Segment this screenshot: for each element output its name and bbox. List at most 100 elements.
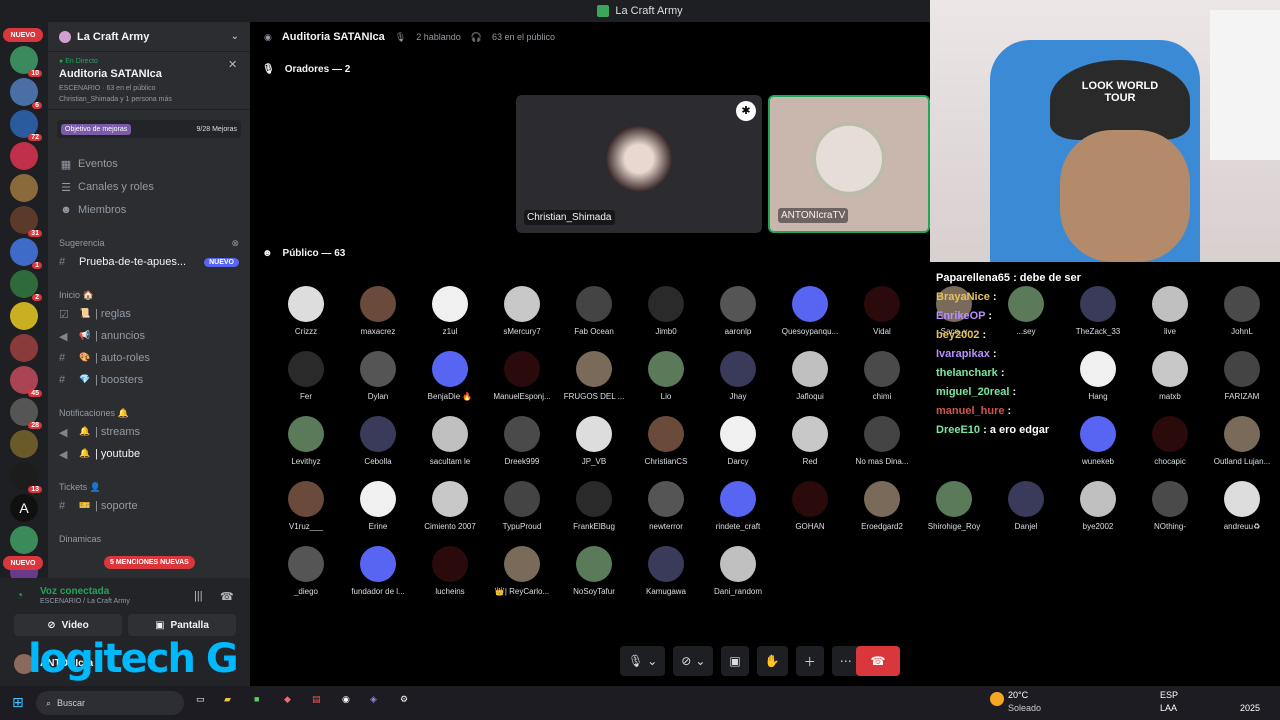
store-icon[interactable]: ■ — [254, 694, 259, 704]
folder-icon[interactable]: ▰ — [224, 694, 231, 705]
video-button[interactable]: ⊘ Video — [14, 614, 122, 636]
app-icon[interactable]: ▤ — [312, 694, 321, 705]
server-icon[interactable]: 10 — [10, 46, 42, 77]
mentions-badge[interactable]: 5 MENCIONES NUEVAS — [104, 556, 195, 569]
audience-member[interactable]: Quesoypanqu... — [774, 286, 846, 348]
audience-member[interactable]: chimi — [846, 351, 918, 413]
audience-member[interactable]: FRUGOS DEL ... — [558, 351, 630, 413]
server-icon[interactable]: 45 — [10, 366, 42, 397]
audience-member[interactable]: andreuu♻ — [1206, 481, 1278, 543]
server-icon[interactable]: 13 — [10, 462, 42, 493]
windows-start-icon[interactable]: ⊞ — [12, 694, 24, 711]
audience-member[interactable]: Fab Ocean — [558, 286, 630, 348]
server-icon[interactable]: 2 — [10, 270, 42, 301]
server-icon[interactable]: 1 — [10, 238, 42, 269]
audience-member[interactable]: Dani_random — [702, 546, 774, 608]
audience-member[interactable]: Outland Lujan... — [1206, 416, 1278, 478]
audience-member[interactable]: Fer — [270, 351, 342, 413]
server-icon[interactable] — [10, 430, 38, 458]
audience-member[interactable]: sMercury7 — [486, 286, 558, 348]
server-icon[interactable]: 28 — [10, 398, 42, 429]
audience-member[interactable]: maxacrez — [342, 286, 414, 348]
audience-member[interactable]: No mas Dina... — [846, 416, 918, 478]
disconnect-icon[interactable]: ☎ — [220, 590, 234, 603]
audience-member[interactable]: Jafloqui — [774, 351, 846, 413]
audience-member[interactable]: fundador de l... — [342, 546, 414, 608]
server-icon[interactable]: 31 — [10, 206, 42, 237]
audience-member[interactable]: V1ruz___ — [270, 481, 342, 543]
audience-member[interactable]: Red — [774, 416, 846, 478]
audience-member[interactable]: sacultam le — [414, 416, 486, 478]
audience-member[interactable]: Kamugawa — [630, 546, 702, 608]
audience-member[interactable]: NOthing- — [1134, 481, 1206, 543]
audience-member[interactable]: Dreek999 — [486, 416, 558, 478]
discord-icon[interactable]: ◈ — [370, 694, 377, 705]
audience-member[interactable]: GOHAN — [774, 481, 846, 543]
channel-anuncios[interactable]: ◀ 📢 | anuncios — [48, 325, 250, 347]
audience-member[interactable]: matxb — [1134, 351, 1206, 413]
camera-toggle-button[interactable]: ⊘ ⌄ — [673, 646, 714, 676]
audience-member[interactable]: Erine — [342, 481, 414, 543]
channel-auto-roles[interactable]: # 🎨 | auto-roles — [48, 347, 250, 369]
search-box[interactable]: ⌕ Buscar — [36, 691, 184, 715]
server-icon[interactable]: 6 — [10, 78, 42, 109]
audience-member[interactable]: Vidal — [846, 286, 918, 348]
mic-toggle-button[interactable]: 🎙 ⌄ — [620, 646, 666, 676]
category-notificaciones[interactable]: Notificaciones 🔔 — [48, 405, 250, 421]
audience-member[interactable]: Cimiento 2007 — [414, 481, 486, 543]
category-dinamicas[interactable]: Dinamicas — [48, 531, 250, 547]
boost-goal[interactable]: Objetivo de mejoras 9/28 Mejoras — [57, 120, 241, 138]
audience-member[interactable]: Jimb0 — [630, 286, 702, 348]
brave-icon[interactable]: ◆ — [284, 694, 291, 705]
audience-member[interactable]: Levithyz — [270, 416, 342, 478]
noise-icon[interactable]: ||| — [194, 590, 203, 602]
server-icon[interactable] — [10, 142, 38, 170]
close-icon[interactable]: ⊗ — [231, 238, 239, 249]
screen-share-button[interactable]: ▣ — [721, 646, 749, 676]
server-icon[interactable] — [10, 174, 38, 202]
audience-member[interactable]: JohnL — [1206, 286, 1278, 348]
audience-member[interactable]: ChristianCS — [630, 416, 702, 478]
audience-member[interactable]: Danjel — [990, 481, 1062, 543]
nav-events[interactable]: ▦ Eventos — [48, 153, 250, 175]
audience-member[interactable]: Eroedgard2 — [846, 481, 918, 543]
speaker-tile[interactable]: ✱ Christian_Shimada — [516, 95, 762, 233]
audience-member[interactable]: 👑| ReyCarlo... — [486, 546, 558, 608]
invite-button[interactable]: ＋ — [795, 646, 824, 676]
audience-member[interactable]: Dylan — [342, 351, 414, 413]
audience-member[interactable]: Crizzz — [270, 286, 342, 348]
audience-member[interactable]: Lio — [630, 351, 702, 413]
audience-member[interactable]: NoSoyTafur — [558, 546, 630, 608]
hand-raise-button[interactable]: ✋ — [756, 646, 788, 676]
channel-reglas[interactable]: ☑ 📜 | reglas — [48, 303, 250, 325]
server-icon[interactable] — [10, 302, 38, 330]
channel-youtube[interactable]: ◀ 🔔 | youtube — [48, 443, 250, 465]
audience-member[interactable]: JP_VB — [558, 416, 630, 478]
audience-member[interactable]: aaronlp — [702, 286, 774, 348]
audience-member[interactable]: FARIZAM — [1206, 351, 1278, 413]
speaker-tile[interactable]: ANTONIcraTV — [768, 95, 930, 233]
leave-stage-button[interactable]: ☎ — [856, 646, 900, 676]
audience-member[interactable]: lucheins — [414, 546, 486, 608]
language[interactable]: ESP — [1160, 690, 1178, 700]
server-icon[interactable] — [10, 526, 38, 554]
audience-member[interactable]: BenjaDie 🔥 — [414, 351, 486, 413]
server-icon[interactable] — [10, 334, 38, 362]
channel-soporte[interactable]: # 🎫 | soporte — [48, 495, 250, 517]
audience-member[interactable]: Darcy — [702, 416, 774, 478]
voice-sub[interactable]: ESCENARIO / La Craft Army — [40, 598, 130, 605]
audience-member[interactable]: _diego — [270, 546, 342, 608]
obs-icon[interactable]: ◉ — [342, 694, 350, 705]
channel-suggestion[interactable]: # Prueba-de-te-apues... NUEVO — [48, 251, 250, 273]
server-icon[interactable]: 72 — [10, 110, 42, 141]
close-icon[interactable]: ✕ — [228, 58, 237, 71]
live-stage-card[interactable]: En Directo Auditoria SATANIca ESCENARIO … — [48, 52, 250, 110]
audience-member[interactable]: chocapic — [1134, 416, 1206, 478]
channel-streams[interactable]: ◀ 🔔 | streams — [48, 421, 250, 443]
category-suggestion[interactable]: Sugerencia ⊗ — [48, 235, 250, 251]
audience-member[interactable]: newterror — [630, 481, 702, 543]
audience-member[interactable]: Cebolla — [342, 416, 414, 478]
taskview-icon[interactable]: ▭ — [196, 694, 205, 705]
server-icon[interactable]: A — [10, 494, 38, 522]
audience-member[interactable]: z1ul — [414, 286, 486, 348]
